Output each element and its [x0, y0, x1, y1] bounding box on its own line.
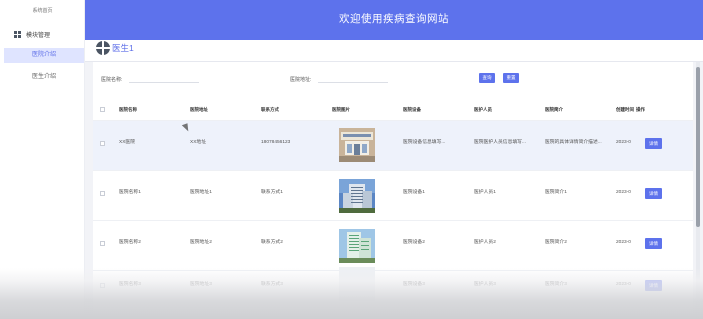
cell-created: 2023-0	[616, 282, 631, 287]
detail-button[interactable]: 详情	[645, 238, 662, 249]
hospital-name-input[interactable]	[129, 73, 199, 83]
cell-intro: 医院的具体详情简介描述...	[545, 140, 602, 145]
hospital-image	[339, 128, 375, 162]
cell-staff: 医护人员2	[474, 240, 496, 245]
cell-phone: 18078456123	[261, 140, 291, 145]
hospital-image	[339, 179, 375, 213]
cell-address: XX地址	[190, 140, 206, 145]
cell-address: 医院地址1	[190, 190, 212, 195]
sidebar-module-label: 模块管理	[26, 32, 51, 39]
cell-staff: 医院医护人员信息填写...	[474, 140, 526, 145]
cell-intro: 医院简介3	[545, 282, 567, 287]
cell-address: 医院地址2	[190, 240, 212, 245]
row-checkbox[interactable]	[100, 141, 105, 146]
column-header: 联系方式	[261, 107, 279, 112]
column-header: 医护人员	[474, 107, 492, 112]
cell-equipment: 医院设备3	[403, 282, 425, 287]
breadcrumb: 医生1	[85, 40, 703, 62]
cell-equipment: 医院设备1	[403, 190, 425, 195]
cell-phone: 联系方式2	[261, 240, 283, 245]
column-header: 医院名称	[119, 107, 137, 112]
search-button[interactable]: 查询	[479, 73, 495, 83]
sidebar-item-hospital-intro[interactable]: 医院介绍	[4, 48, 84, 63]
cell-equipment: 医院设备2	[403, 240, 425, 245]
cell-phone: 联系方式1	[261, 190, 283, 195]
cell-created: 2023-0	[616, 190, 631, 195]
hospital-address-input[interactable]	[318, 73, 388, 83]
grid-icon	[14, 30, 21, 38]
row-checkbox[interactable]	[100, 283, 105, 288]
row-checkbox[interactable]	[100, 191, 105, 196]
hospital-image	[339, 229, 375, 263]
breadcrumb-label[interactable]: 医生1	[112, 41, 134, 55]
sidebar-item-doctor-intro[interactable]: 医生介绍	[4, 70, 84, 85]
cell-intro: 医院简介1	[545, 190, 567, 195]
detail-button[interactable]: 详情	[645, 188, 662, 199]
page-header: 欢迎使用疾病查询网站	[85, 0, 703, 40]
cell-name: 医院名称2	[119, 240, 141, 245]
cell-created: 2023-0	[616, 140, 631, 145]
sidebar: 系统首页 模块管理 医院介绍 医生介绍	[0, 0, 85, 319]
hospital-address-label: 医院地址:	[290, 77, 312, 83]
table-row[interactable]: 医院名称1 医院地址1 联系方式1 医院设备1 医护人员1 医院简介1 2023…	[93, 170, 693, 220]
sidebar-home-link[interactable]: 系统首页	[0, 7, 85, 14]
table-row[interactable]: 医院名称2 医院地址2 联系方式2 医院设备2 医护人员2 医院简介2 2023…	[93, 220, 693, 270]
detail-button[interactable]: 详情	[645, 280, 662, 291]
main-content: 医院名称: 医院地址: 查询 重置 医院名称 医院地址 联系方式 医院图片 医院…	[85, 62, 703, 319]
column-header: 医院地址	[190, 107, 208, 112]
cell-intro: 医院简介2	[545, 240, 567, 245]
hospital-name-label: 医院名称:	[101, 77, 123, 83]
cell-name: 医院名称1	[119, 190, 141, 195]
sidebar-module-menu[interactable]: 模块管理	[14, 28, 50, 40]
column-header: 医院简介	[545, 107, 563, 112]
cell-address: 医院地址3	[190, 282, 212, 287]
column-header: 操作	[636, 107, 645, 112]
cell-name: 医院名称3	[119, 282, 141, 287]
table-row[interactable]: 医院名称3 医院地址3 联系方式3 医院设备3 医护人员3 医院简介3 2023…	[93, 267, 693, 319]
cell-phone: 联系方式3	[261, 282, 283, 287]
scrollbar-thumb[interactable]	[696, 67, 700, 227]
column-header: 医院图片	[332, 107, 350, 112]
reset-button[interactable]: 重置	[503, 73, 519, 83]
cell-created: 2023-0	[616, 240, 631, 245]
row-checkbox[interactable]	[100, 241, 105, 246]
cell-staff: 医护人员3	[474, 282, 496, 287]
hospital-icon	[96, 41, 110, 55]
cell-name: XX医院	[119, 140, 135, 145]
table-header: 医院名称 医院地址 联系方式 医院图片 医院设备 医护人员 医院简介 创建时间 …	[93, 100, 693, 120]
scrollbar[interactable]	[696, 62, 700, 319]
data-panel: 医院名称: 医院地址: 查询 重置 医院名称 医院地址 联系方式 医院图片 医院…	[93, 62, 700, 319]
detail-button[interactable]: 详情	[645, 138, 662, 149]
column-header: 创建时间	[616, 107, 634, 112]
select-all-checkbox[interactable]	[100, 107, 105, 112]
cell-staff: 医护人员1	[474, 190, 496, 195]
cell-equipment: 医院设备信息填写...	[403, 140, 446, 145]
hospital-image	[339, 267, 375, 301]
column-header: 医院设备	[403, 107, 421, 112]
